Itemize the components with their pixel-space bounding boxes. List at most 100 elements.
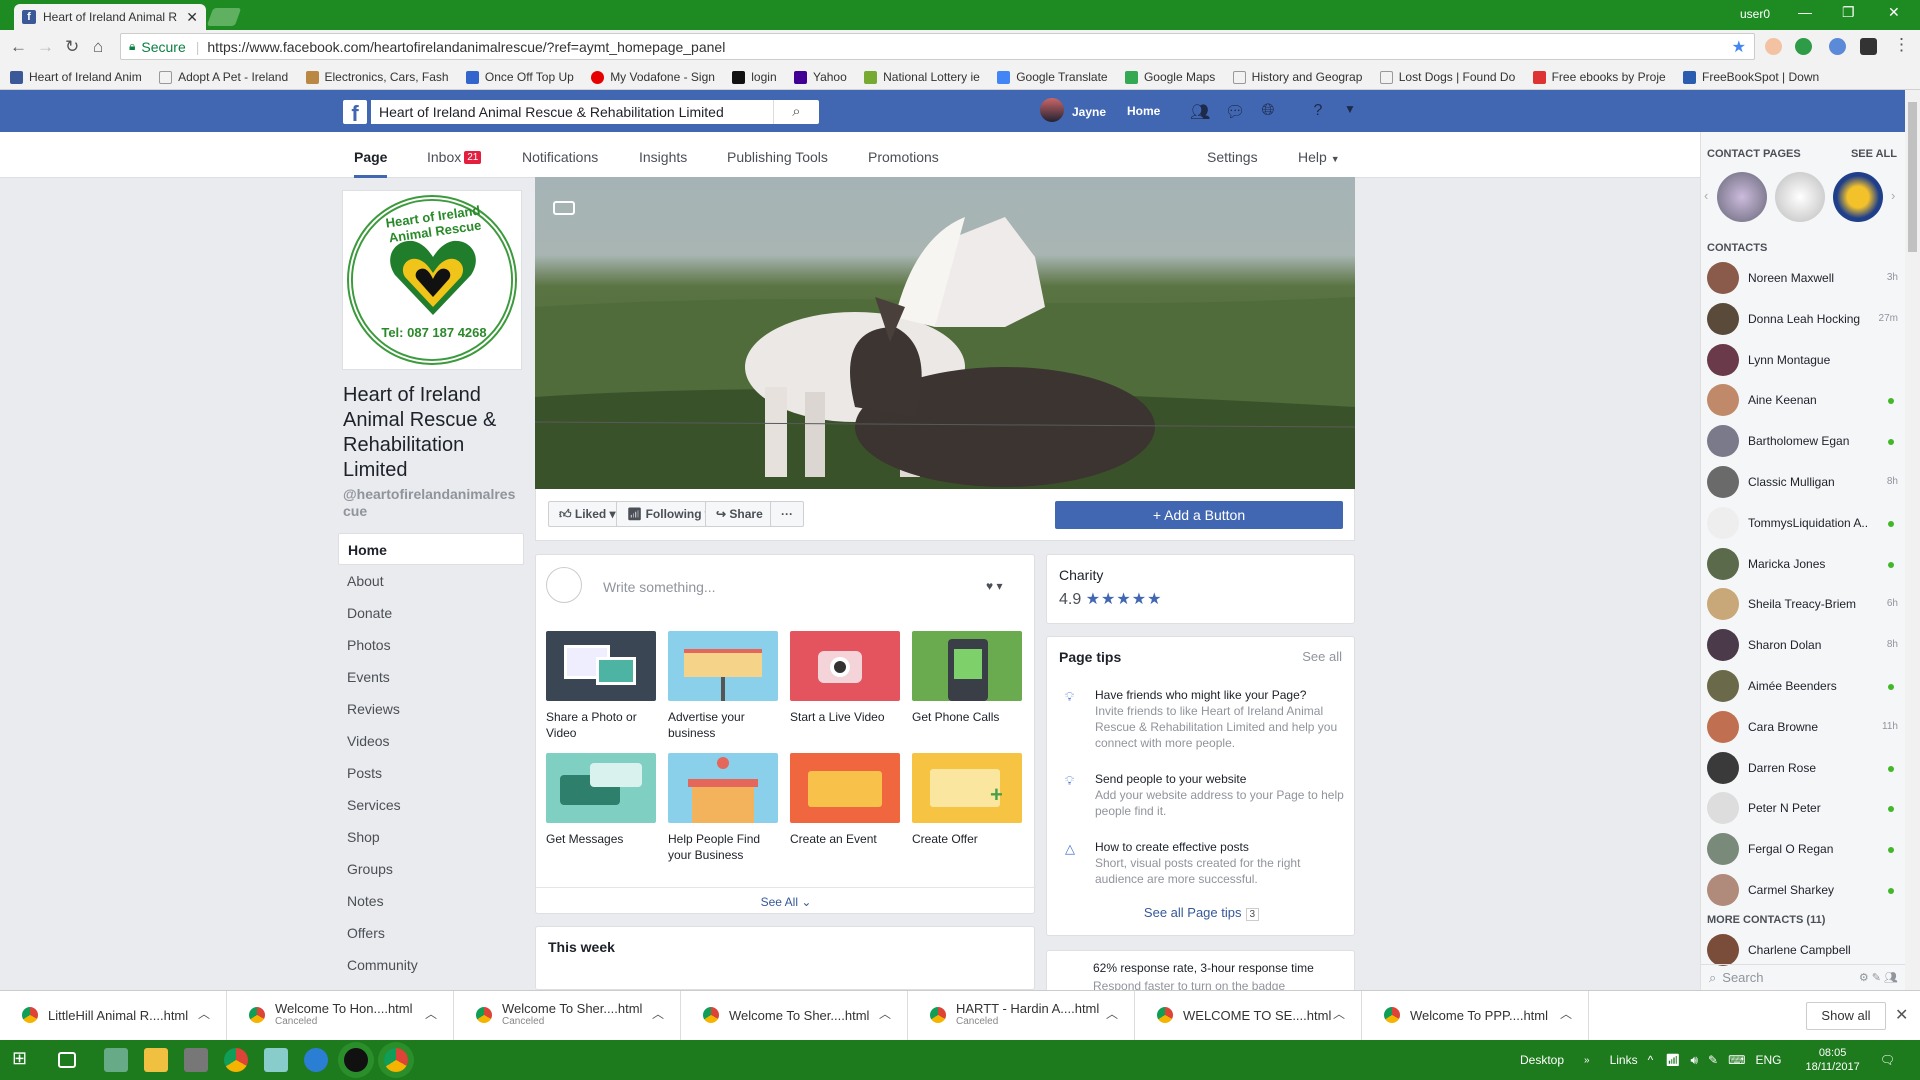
clock[interactable]: 08:05 18/11/2017 — [1805, 1046, 1859, 1074]
chevron-right-icon[interactable]: › — [1891, 188, 1895, 203]
show-hidden-icons[interactable]: ^ — [1648, 1053, 1654, 1067]
notepad-icon[interactable] — [264, 1048, 288, 1072]
chevron-left-icon[interactable]: ‹ — [1704, 188, 1708, 203]
download-item[interactable]: Welcome To Hon....html Canceled ︿ — [227, 991, 454, 1041]
back-icon[interactable]: ← — [10, 37, 27, 57]
task-view-icon[interactable] — [58, 1052, 76, 1068]
notifications-icon[interactable]: 🗨︎ — [1880, 1053, 1895, 1067]
tile-phone-calls[interactable]: Get Phone Calls — [912, 631, 1022, 725]
bookmark[interactable]: Heart of Ireland Anim — [10, 64, 142, 89]
paint-app-icon[interactable] — [104, 1048, 128, 1072]
post-as-selector[interactable]: ♥ ▾ — [986, 579, 1002, 593]
share-button[interactable]: ↪ Share — [705, 501, 774, 527]
bookmark[interactable]: Google Maps — [1124, 64, 1215, 89]
sidebar-item-community[interactable]: Community — [338, 949, 524, 981]
show-all-downloads-button[interactable]: Show all — [1806, 1002, 1886, 1030]
extension-globe-icon[interactable] — [1829, 38, 1846, 55]
bookmark[interactable]: login — [732, 64, 777, 89]
sidebar-item-donate[interactable]: Donate — [338, 597, 524, 629]
facebook-search-input[interactable]: Heart of Ireland Animal Rescue & Rehabil… — [371, 100, 819, 124]
facebook-logo-icon[interactable]: f — [343, 100, 367, 126]
tab-inbox[interactable]: Inbox 21 — [427, 149, 482, 165]
restore-icon[interactable]: ❐ — [1842, 4, 1855, 21]
close-tab-icon[interactable]: ✕ — [186, 9, 198, 26]
chat-search-input[interactable]: ⌕ Search ⚙ ✎ 👥︎ — [1701, 964, 1906, 990]
volume-icon[interactable]: 🔊︎ — [1690, 1053, 1698, 1068]
contact-item[interactable]: Sharon Dolan 8h — [1701, 623, 1906, 663]
new-tab-button[interactable] — [206, 8, 242, 26]
download-item[interactable]: WELCOME TO SE....html ︿ — [1135, 991, 1362, 1041]
browser-tab[interactable]: f Heart of Ireland Animal R ✕ — [14, 4, 206, 30]
extension-new-icon[interactable] — [1795, 38, 1812, 55]
bookmark[interactable]: Free ebooks by Proje — [1532, 64, 1666, 89]
chat-settings-icons[interactable]: ⚙ ✎ 👥︎ — [1859, 971, 1898, 984]
tile-find-business[interactable]: Help People Find your Business — [668, 753, 778, 863]
video-camera-icon[interactable] — [553, 201, 575, 215]
sidebar-item-photos[interactable]: Photos — [338, 629, 524, 661]
see-all-pages-link[interactable]: SEE ALL — [1851, 148, 1897, 160]
liked-button[interactable]: 👍︎ Liked ▾ — [548, 501, 627, 527]
contact-item[interactable]: Charlene Campbell — [1701, 928, 1906, 968]
account-menu-icon[interactable]: ▼ — [1340, 102, 1360, 122]
contact-item[interactable]: Maricka Jones — [1701, 542, 1906, 582]
bookmark[interactable]: Yahoo — [793, 64, 847, 89]
download-item[interactable]: LittleHill Animal R....html ︿ — [0, 991, 227, 1041]
tab-help[interactable]: Help ▼ — [1298, 149, 1340, 165]
search-icon[interactable]: ⌕ — [773, 100, 819, 124]
bookmark[interactable]: Adopt A Pet - Ireland — [159, 64, 288, 89]
notifications-globe-icon[interactable]: 🌐︎ — [1258, 102, 1278, 122]
extension-icon[interactable] — [1765, 38, 1782, 55]
tile-advertise[interactable]: Advertise your business — [668, 631, 778, 741]
contact-item[interactable]: Bartholomew Egan — [1701, 419, 1906, 459]
sidebar-item-home[interactable]: Home — [338, 533, 524, 565]
address-bar[interactable]: 🔒︎ Secure | https://www.facebook.com/hea… — [120, 33, 1755, 60]
download-options-icon[interactable]: ︿ — [1560, 1005, 1572, 1022]
sidebar-item-offers[interactable]: Offers — [338, 917, 524, 949]
download-item[interactable]: Welcome To Sher....html ︿ — [681, 991, 908, 1041]
category-label[interactable]: Charity — [1059, 567, 1342, 583]
tile-get-messages[interactable]: Get Messages — [546, 753, 656, 847]
download-options-icon[interactable]: ︿ — [1106, 1005, 1118, 1022]
sidebar-item-videos[interactable]: Videos — [338, 725, 524, 757]
contact-item[interactable]: Lynn Montague — [1701, 338, 1906, 378]
close-downloads-icon[interactable]: ✕ — [1895, 1005, 1908, 1025]
sidebar-item-services[interactable]: Services — [338, 789, 524, 821]
contact-item[interactable]: Aine Keenan — [1701, 378, 1906, 418]
file-explorer-icon[interactable] — [144, 1048, 168, 1072]
cover-photo[interactable] — [535, 177, 1355, 489]
sidebar-item-reviews[interactable]: Reviews — [338, 693, 524, 725]
contact-item[interactable]: Classic Mulligan 8h — [1701, 460, 1906, 500]
edge-icon[interactable] — [304, 1048, 328, 1072]
minimize-icon[interactable]: — — [1798, 4, 1812, 20]
page-scrollbar[interactable] — [1905, 90, 1920, 990]
tile-create-offer[interactable]: + Create Offer — [912, 753, 1022, 847]
tab-page[interactable]: Page — [354, 149, 388, 178]
contact-item[interactable]: Peter N Peter — [1701, 786, 1906, 826]
see-all-link[interactable]: See All ⌄ — [536, 887, 1036, 915]
bookmark-star-icon[interactable]: ★ — [1732, 37, 1746, 57]
contact-item[interactable]: Cara Browne 11h — [1701, 705, 1906, 745]
contact-item[interactable]: Donna Leah Hocking 27m — [1701, 297, 1906, 337]
scrollbar-thumb[interactable] — [1908, 102, 1917, 252]
tip-item[interactable]: 💡︎ Have friends who might like your Page… — [1047, 687, 1356, 751]
desktop-toolbar[interactable]: Desktop — [1520, 1053, 1564, 1067]
sidebar-item-groups[interactable]: Groups — [338, 853, 524, 885]
page-tips-see-all[interactable]: See all — [1302, 649, 1342, 664]
composer-input[interactable]: Write something... — [603, 579, 716, 595]
download-item[interactable]: HARTT - Hardin A....html Canceled ︿ — [908, 991, 1135, 1041]
add-a-button[interactable]: + Add a Button — [1055, 501, 1343, 529]
window-user[interactable]: user0 — [1740, 7, 1770, 21]
messenger-icon[interactable]: 💬︎ — [1225, 102, 1245, 122]
active-app-icon[interactable] — [344, 1048, 368, 1072]
bookmark[interactable]: Electronics, Cars, Fash — [305, 64, 449, 89]
sidebar-item-notes[interactable]: Notes — [338, 885, 524, 917]
wifi-icon[interactable]: 📶︎ — [1665, 1053, 1680, 1067]
extension-dark-icon[interactable] — [1860, 38, 1877, 55]
bookmark[interactable]: National Lottery ie — [864, 64, 980, 89]
chrome-active-icon[interactable] — [384, 1048, 408, 1072]
tip-item[interactable]: 💡︎ Send people to your website Add your … — [1047, 771, 1356, 819]
links-toolbar[interactable]: Links — [1610, 1053, 1638, 1067]
contact-item[interactable]: Fergal O Regan — [1701, 827, 1906, 867]
bookmark[interactable]: Google Translate — [997, 64, 1108, 89]
menu-icon[interactable]: ⋮ — [1893, 35, 1910, 55]
